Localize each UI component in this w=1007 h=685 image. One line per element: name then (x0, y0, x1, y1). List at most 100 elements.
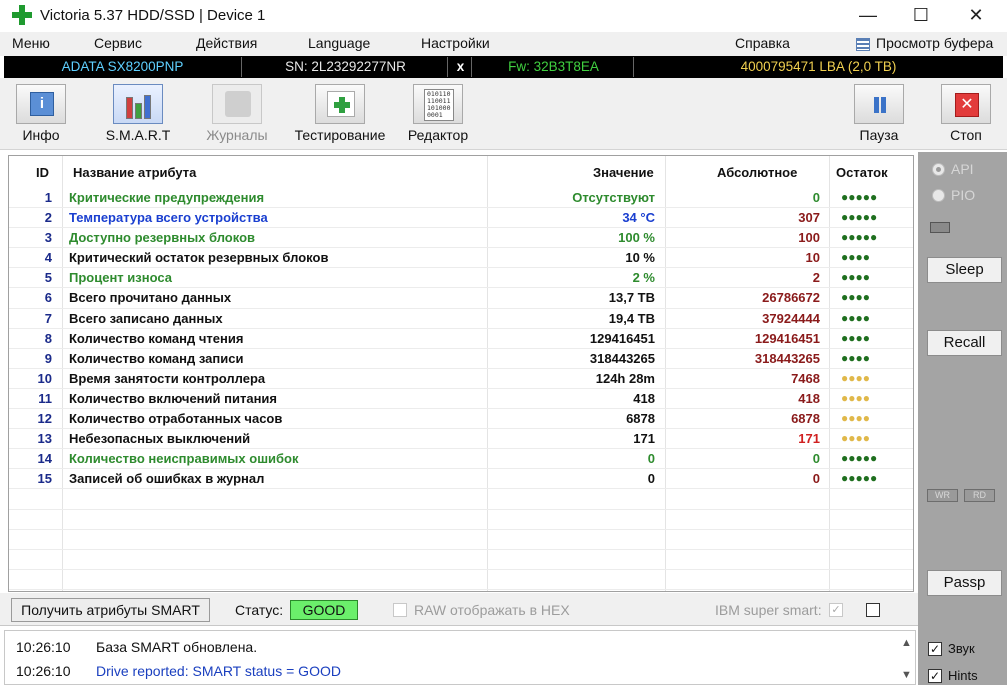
cell-value: 6878 (626, 411, 655, 427)
raw-hex-checkbox[interactable] (393, 603, 407, 617)
close-button[interactable]: ✕ (953, 0, 999, 30)
cell-id: 6 (44, 290, 52, 306)
table-row[interactable]: 8 Количество команд чтения 129416451 129416… (9, 329, 913, 349)
table-row[interactable]: 12 Количество отработанных часов 6878 6878 ●… (9, 409, 913, 430)
cell-absolute: 26786672 (762, 290, 820, 306)
scroll-up-icon[interactable]: ▲ (901, 637, 912, 649)
sound-option[interactable]: ✓ Звук (928, 641, 975, 656)
header-name[interactable]: Название атрибута (73, 165, 196, 180)
editor-icon-frame: 010110 110011 101000 0001 (413, 84, 463, 124)
event-log[interactable]: 10:26:10 База SMART обновлена. 10:26:10 Dr… (4, 630, 916, 685)
menu-buffer-view[interactable]: Просмотр буфера (876, 35, 993, 51)
wr-indicator: WR (927, 489, 958, 502)
menu-language[interactable]: Language (308, 35, 370, 51)
get-smart-button[interactable]: Получить атрибуты SMART (11, 598, 210, 622)
passp-button[interactable]: Passp (927, 570, 1002, 596)
sleep-button[interactable]: Sleep (927, 257, 1002, 283)
extra-checkbox[interactable] (866, 603, 880, 617)
pause-label: Пауза (859, 127, 899, 143)
pause-button[interactable]: Пауза (853, 84, 905, 146)
api-radio[interactable]: API (932, 161, 974, 177)
device-close-button[interactable]: x (450, 57, 472, 77)
menu-help[interactable]: Справка (735, 35, 790, 51)
table-row[interactable]: 3 Доступно резервных блоков 100 % 100 ●●●●● (9, 228, 913, 249)
table-row[interactable]: 14 Количество неисправимых ошибок 0 0 ●●●●● (9, 449, 913, 470)
menu-settings[interactable]: Настройки (421, 35, 490, 51)
cell-name: Количество неисправимых ошибок (69, 451, 299, 467)
api-radio-dot (932, 162, 945, 176)
log-time: 10:26:10 (16, 663, 71, 679)
menu-main[interactable]: Меню (12, 35, 50, 51)
ibm-super-smart-checkbox[interactable]: ✓ (829, 603, 843, 617)
cell-value: 0 (647, 451, 655, 467)
log-time: 10:26:10 (16, 639, 71, 655)
testing-label: Тестирование (294, 127, 386, 143)
cell-id: 9 (44, 350, 52, 366)
maximize-button[interactable]: ☐ (898, 0, 944, 30)
cell-name: Количество команд записи (69, 350, 244, 366)
table-row[interactable]: 7 Всего записано данных 19,4 TB 37924444 ●●●… (9, 309, 913, 329)
cell-absolute: 2 (812, 270, 820, 286)
table-row[interactable]: 5 Процент износа 2 % 2 ●●●● (9, 268, 913, 289)
table-row[interactable]: 9 Количество команд записи 318443265 318443… (9, 349, 913, 369)
menu-service[interactable]: Сервис (94, 35, 142, 51)
testing-button[interactable]: Тестирование (290, 84, 390, 146)
status-label: Статус: (235, 602, 284, 618)
cell-name: Всего прочитано данных (69, 290, 232, 306)
header-absolute[interactable]: Абсолютное (717, 165, 797, 180)
cell-remaining: ●●●● (841, 310, 870, 325)
device-firmware: Fw: 32B3T8EA (474, 57, 634, 77)
cell-value: 129416451 (589, 330, 655, 346)
info-icon-frame: i (16, 84, 66, 124)
window-title: Victoria 5.37 HDD/SSD | Device 1 (40, 7, 266, 24)
info-button[interactable]: i Инфо (14, 84, 68, 146)
cell-value: 13,7 TB (608, 290, 655, 306)
stop-icon-frame: ✕ (941, 84, 991, 124)
minimize-button[interactable]: — (845, 0, 891, 30)
stop-button[interactable]: ✕ Стоп (940, 84, 992, 146)
cell-id: 12 (37, 411, 52, 427)
table-row[interactable]: 4 Критический остаток резервных блоков 10 … (9, 248, 913, 269)
status-badge: GOOD (290, 600, 358, 620)
cell-name: Процент износа (69, 270, 172, 286)
sound-checkbox[interactable]: ✓ (928, 641, 942, 656)
pio-radio[interactable]: PIO (932, 187, 975, 203)
options-panel: ✓ Звук ✓ Hints (918, 627, 1007, 685)
journals-button: Журналы (204, 84, 270, 146)
buffer-list-icon[interactable] (856, 38, 870, 51)
cell-absolute: 7468 (791, 370, 820, 386)
table-row[interactable]: 6 Всего прочитано данных 13,7 TB 26786672 ●●… (9, 288, 913, 309)
header-id[interactable]: ID (36, 165, 49, 180)
cell-id: 14 (37, 451, 52, 467)
cell-remaining: ●●●● (841, 350, 870, 365)
table-row[interactable]: 15 Записей об ошибках в журнал 0 0 ●●●●● (9, 469, 913, 490)
cell-value: 0 (647, 471, 655, 487)
recall-button[interactable]: Recall (927, 330, 1002, 356)
cell-absolute: 0 (812, 471, 820, 487)
binary-editor-icon: 010110 110011 101000 0001 (424, 89, 454, 121)
hints-checkbox[interactable]: ✓ (928, 668, 942, 683)
table-row[interactable]: 1 Критические предупреждения Отсутствуют 0 ●… (9, 188, 913, 209)
log-line: 10:26:10 Drive reported: SMART status = G… (16, 663, 341, 679)
scroll-down-icon[interactable]: ▼ (901, 669, 912, 681)
device-model[interactable]: ADATA SX8200PNP (4, 57, 242, 77)
table-row[interactable]: 11 Количество включений питания 418 418 ●●●● (9, 389, 913, 410)
table-header: ID Название атрибута Значение Абсолютное… (9, 156, 913, 188)
hints-option[interactable]: ✓ Hints (928, 668, 978, 683)
header-value[interactable]: Значение (593, 165, 654, 180)
raw-hex-label: RAW отображать в HEX (414, 602, 570, 618)
cell-absolute: 129416451 (754, 330, 820, 346)
smart-button[interactable]: S.M.A.R.T (100, 84, 176, 146)
editor-button[interactable]: 010110 110011 101000 0001 Редактор (404, 84, 472, 146)
table-row[interactable]: 13 Небезопасных выключений 171 171 ●●●● (9, 429, 913, 450)
cell-name: Количество отработанных часов (69, 411, 283, 427)
smart-label: S.M.A.R.T (105, 127, 171, 143)
cell-remaining: ●●●●● (841, 451, 878, 466)
table-row[interactable]: 10 Время занятости контроллера 124h 28m 746… (9, 369, 913, 389)
header-remaining[interactable]: Остаток (836, 165, 888, 180)
cell-name: Критический остаток резервных блоков (69, 250, 329, 266)
empty-row (9, 530, 913, 550)
table-row[interactable]: 2 Температура всего устройства 34 °C 307 ●●●… (9, 208, 913, 229)
menu-actions[interactable]: Действия (196, 35, 257, 51)
cell-value: 2 % (632, 270, 655, 286)
